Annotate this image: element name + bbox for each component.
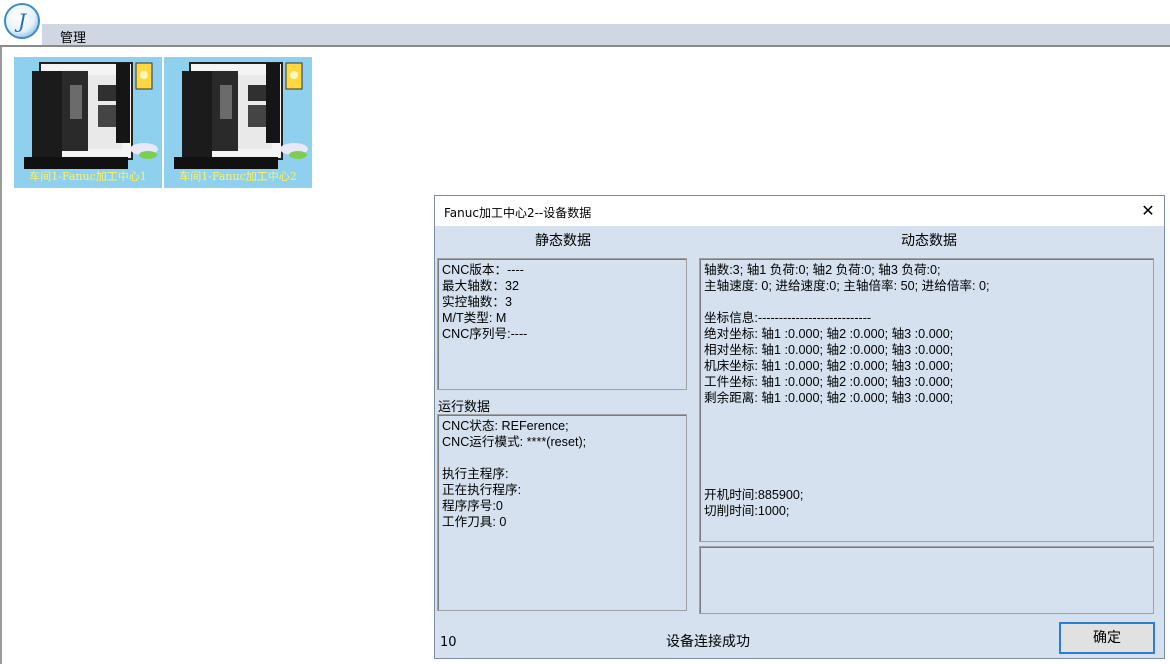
dialog-title: Fanuc加工中心2--设备数据 [444, 206, 592, 220]
menu-divider [0, 45, 1170, 47]
run-data-text: CNC状态: REFerence; CNC运行模式: ****(reset); … [442, 419, 587, 529]
device-data-dialog: Fanuc加工中心2--设备数据 ✕ 静态数据 动态数据 CNC版本：---- … [434, 195, 1165, 659]
window-left-border [0, 47, 2, 664]
close-icon[interactable]: ✕ [1136, 199, 1160, 223]
machine-label: 车间1-Fanuc加工中心2 [179, 170, 297, 183]
dialog-title-bar[interactable]: Fanuc加工中心2--设备数据 ✕ [435, 196, 1164, 226]
app-logo: J [4, 3, 40, 39]
ok-button[interactable]: 确定 [1059, 622, 1155, 654]
footer-count: 10 [440, 635, 457, 650]
menu-item-manage[interactable]: 管理 [60, 27, 86, 46]
logo-glyph: J [17, 9, 27, 33]
static-data-box[interactable]: CNC版本：---- 最大轴数：32 实控轴数：3 M/T类型: M CNC序列… [437, 258, 687, 390]
run-data-header: 运行数据 [438, 400, 491, 415]
static-data-text: CNC版本：---- 最大轴数：32 实控轴数：3 M/T类型: M CNC序列… [442, 263, 528, 341]
runtime-text: 开机时间:885900; 切削时间:1000; [704, 488, 804, 518]
machine-label: 车间1-Fanuc加工中心1 [29, 170, 147, 183]
connection-status: 设备连接成功 [666, 634, 750, 650]
dynamic-data-text: 轴数:3; 轴1 负荷:0; 轴2 负荷:0; 轴3 负荷:0; 主轴速度: 0… [704, 263, 990, 405]
dynamic-data-box[interactable]: 轴数:3; 轴1 负荷:0; 轴2 负荷:0; 轴3 负荷:0; 主轴速度: 0… [699, 258, 1154, 542]
run-data-box[interactable]: CNC状态: REFerence; CNC运行模式: ****(reset); … [437, 414, 687, 611]
machine-tile-1[interactable]: 车间1-Fanuc加工中心1 [14, 57, 162, 188]
message-box[interactable] [699, 546, 1154, 614]
static-data-header: 静态数据 [535, 233, 591, 249]
dynamic-data-header: 动态数据 [901, 233, 957, 249]
menu-bar: 管理 [42, 24, 1170, 46]
machine-tile-2[interactable]: 车间1-Fanuc加工中心2 [164, 57, 312, 188]
